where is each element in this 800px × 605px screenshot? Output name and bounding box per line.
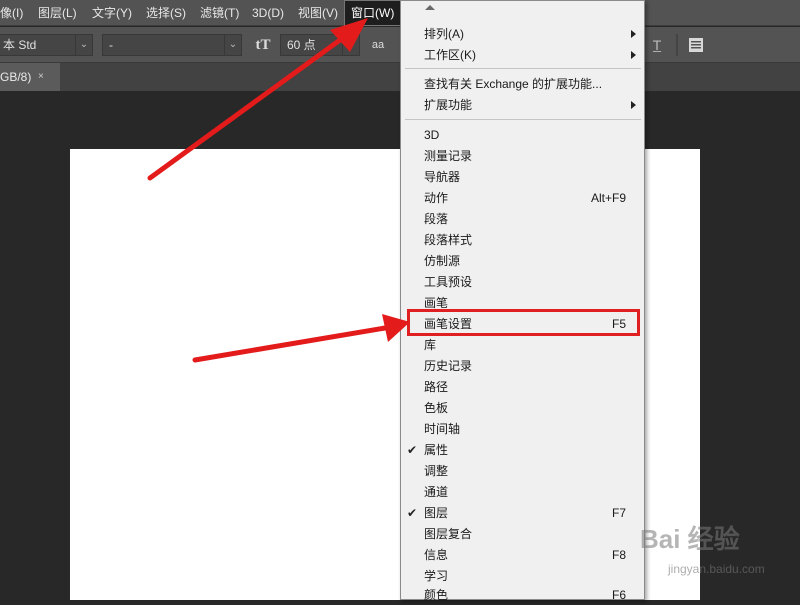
menu-item-measurement-log[interactable]: 测量记录	[401, 146, 644, 166]
menu-type[interactable]: 文字(Y)	[86, 0, 138, 26]
menu-item-paragraph[interactable]: 段落	[401, 209, 644, 229]
checkmark-icon: ✔	[407, 506, 418, 520]
menu-item-label: 查找有关 Exchange 的扩展功能...	[424, 77, 603, 91]
menu-filter[interactable]: 滤镜(T)	[194, 0, 245, 26]
menu-item-label: 时间轴	[424, 422, 461, 436]
menu-item-timeline[interactable]: 时间轴	[401, 419, 644, 439]
font-size-value: 60 点	[287, 38, 316, 52]
menu-item-label: 通道	[424, 485, 449, 499]
menu-item-label: 历史记录	[424, 359, 473, 373]
menu-item-shortcut: F7	[611, 506, 626, 520]
menu-item-label: 工作区(K)	[424, 48, 476, 62]
menu-item-extensions[interactable]: 扩展功能	[401, 95, 644, 115]
menu-window[interactable]: 窗口(W)	[344, 0, 402, 26]
submenu-arrow-icon	[631, 51, 636, 59]
watermark-brand: Bai 经验	[640, 524, 740, 554]
document-tab-label: GB/8)	[0, 70, 32, 84]
menu-item-label: 动作	[424, 191, 449, 205]
menu-item-adjustments[interactable]: 调整	[401, 461, 644, 481]
menu-item-3d[interactable]: 3D	[401, 125, 644, 145]
menu-item-label: 段落样式	[424, 233, 473, 247]
window-menu-dropdown: 排列(A) 工作区(K) 查找有关 Exchange 的扩展功能... 扩展功能…	[400, 0, 645, 602]
menu-separator	[405, 119, 641, 120]
menu-image[interactable]: 像(I)	[0, 0, 29, 26]
menu-item-label: 排列(A)	[424, 27, 464, 41]
menu-item-layers[interactable]: ✔ 图层 F7	[401, 503, 644, 523]
font-style-value: -	[109, 38, 113, 52]
menu-item-label: 导航器	[424, 170, 461, 184]
menu-item-shortcut: F8	[611, 548, 626, 562]
menu-item-find-extensions[interactable]: 查找有关 Exchange 的扩展功能...	[401, 74, 644, 94]
submenu-arrow-icon	[631, 30, 636, 38]
menu-item-history[interactable]: 历史记录	[401, 356, 644, 376]
menu-item-shortcut: Alt+F9	[590, 191, 626, 205]
panels-icon[interactable]	[686, 34, 706, 56]
watermark: Bai 经验 jingyan.baidu.com	[640, 505, 790, 595]
menu-item-label: 3D	[424, 128, 440, 142]
toolbar-divider	[676, 34, 678, 56]
menu-item-layer-comps[interactable]: 图层复合	[401, 524, 644, 544]
menu-item-label: 调整	[424, 464, 449, 478]
menu-item-label: 属性	[424, 443, 449, 457]
menu-item-swatches[interactable]: 色板	[401, 398, 644, 418]
font-size-icon: tT	[255, 37, 271, 53]
document-tab[interactable]: GB/8) ×	[0, 63, 60, 91]
close-icon[interactable]: ×	[38, 63, 44, 91]
menu-item-label: 图层复合	[424, 527, 473, 541]
menu-item-label: 信息	[424, 548, 449, 562]
menu-select[interactable]: 选择(S)	[140, 0, 192, 26]
menu-item-clone-source[interactable]: 仿制源	[401, 251, 644, 271]
menu-item-paths[interactable]: 路径	[401, 377, 644, 397]
chevron-down-icon: ⌄	[75, 35, 92, 55]
menu-item-learn[interactable]: 学习	[401, 566, 644, 586]
menu-3d[interactable]: 3D(D)	[246, 0, 290, 26]
panels-icon-svg	[689, 38, 703, 52]
menu-item-shortcut: F6	[611, 588, 626, 602]
menu-item-libraries[interactable]: 库	[401, 335, 644, 355]
menu-item-workspace[interactable]: 工作区(K)	[401, 45, 644, 65]
menu-item-label: 图层	[424, 506, 449, 520]
menu-view[interactable]: 视图(V)	[292, 0, 344, 26]
submenu-arrow-icon	[631, 101, 636, 109]
menu-separator	[405, 68, 641, 69]
chevron-down-icon: ⌄	[224, 35, 241, 55]
scroll-up-icon[interactable]	[425, 5, 435, 10]
menu-item-label: 库	[424, 338, 437, 352]
font-family-select[interactable]: 本 Std ⌄	[0, 34, 93, 56]
menu-item-label: 段落	[424, 212, 449, 226]
menu-item-label: 测量记录	[424, 149, 473, 163]
watermark-url: jingyan.baidu.com	[668, 562, 765, 576]
menu-layer[interactable]: 图层(L)	[32, 0, 83, 26]
checkmark-icon: ✔	[407, 443, 418, 457]
font-size-select[interactable]: 60 点 ⌄	[280, 34, 360, 56]
font-family-value: 本 Std	[3, 38, 37, 52]
warp-text-icon[interactable]: T̲	[648, 34, 666, 56]
menu-item-color[interactable]: 颜色 F6	[401, 585, 644, 605]
highlight-box	[407, 309, 640, 336]
menu-item-actions[interactable]: 动作 Alt+F9	[401, 188, 644, 208]
menu-item-info[interactable]: 信息 F8	[401, 545, 644, 565]
menu-item-label: 路径	[424, 380, 449, 394]
menu-item-properties[interactable]: ✔ 属性	[401, 440, 644, 460]
menu-item-arrange[interactable]: 排列(A)	[401, 24, 644, 44]
menu-item-label: 学习	[424, 569, 449, 583]
menu-item-label: 工具预设	[424, 275, 473, 289]
menu-item-tool-presets[interactable]: 工具预设	[401, 272, 644, 292]
menu-item-label: 颜色	[424, 588, 449, 602]
menu-item-label: 扩展功能	[424, 98, 473, 112]
antialias-icon: aa	[371, 39, 385, 51]
menu-item-navigator[interactable]: 导航器	[401, 167, 644, 187]
font-style-select[interactable]: - ⌄	[102, 34, 242, 56]
chevron-down-icon: ⌄	[342, 35, 359, 55]
menu-item-label: 仿制源	[424, 254, 461, 268]
menu-item-paragraph-styles[interactable]: 段落样式	[401, 230, 644, 250]
menu-item-label: 色板	[424, 401, 449, 415]
menu-item-channels[interactable]: 通道	[401, 482, 644, 502]
